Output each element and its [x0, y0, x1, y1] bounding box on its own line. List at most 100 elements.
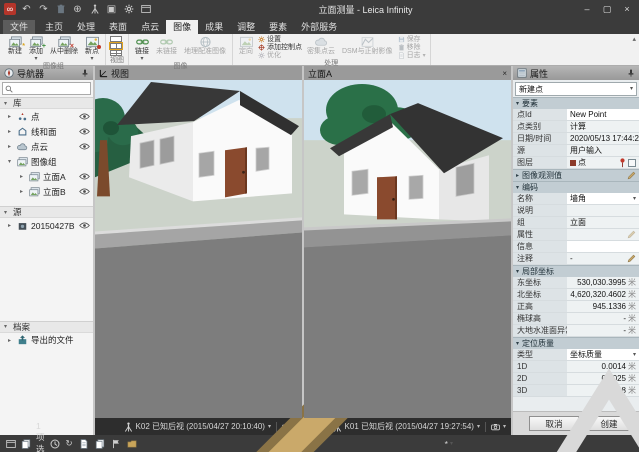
- section-header-coding[interactable]: ▾ 编码: [513, 181, 639, 193]
- georeference-button[interactable]: 地理配准图像: [182, 35, 228, 56]
- window-icon[interactable]: [139, 3, 152, 16]
- target-icon[interactable]: ⊕: [71, 3, 84, 16]
- eye-icon[interactable]: [79, 143, 90, 150]
- layout-single-icon[interactable]: [110, 36, 122, 42]
- sidebar-item-points[interactable]: ▸ 点: [0, 109, 93, 124]
- tab-features[interactable]: 要素: [262, 20, 294, 34]
- settings-quick-icon[interactable]: [122, 3, 135, 16]
- layer-value[interactable]: 点: [567, 157, 639, 168]
- view-pane-header[interactable]: 立面A ×: [304, 66, 511, 80]
- window-title: 立面测量 - Leica Infinity: [156, 3, 575, 16]
- eye-icon[interactable]: [79, 173, 90, 180]
- pencil-icon[interactable]: [627, 171, 636, 180]
- undo-icon[interactable]: ↶: [20, 3, 33, 16]
- sidebar-item-facade-b[interactable]: ▸ 立面B: [0, 184, 93, 199]
- expand-icon[interactable]: ▸: [8, 143, 14, 150]
- sidebar-item-pointclouds[interactable]: ▸ 点云: [0, 139, 93, 154]
- link-button[interactable]: 链接 ▾: [133, 35, 151, 62]
- close-button[interactable]: ×: [619, 3, 635, 16]
- layout-icon[interactable]: [6, 439, 16, 449]
- section-header-local-coordinates[interactable]: ▾ 局部坐标: [513, 265, 639, 277]
- tab-imaging[interactable]: 图像: [166, 20, 198, 34]
- log-button[interactable]: 日志 ▾: [398, 52, 426, 59]
- remove-button[interactable]: 移除: [398, 44, 426, 51]
- section-header-library[interactable]: ▾ 库: [0, 97, 93, 109]
- sidebar-item-facade-a[interactable]: ▸ 立面A: [0, 169, 93, 184]
- archive-icon[interactable]: ▣: [105, 3, 118, 16]
- point-id-input[interactable]: New Point: [567, 109, 639, 120]
- section-header-archive[interactable]: ▾ 档案: [0, 321, 93, 333]
- maximize-button[interactable]: ▢: [599, 3, 615, 16]
- expand-icon[interactable]: ▸: [8, 113, 14, 120]
- section-header-quality[interactable]: ▾ 定位质量: [513, 337, 639, 349]
- document-icon[interactable]: [21, 439, 31, 449]
- layout-two-pane-icon[interactable]: [110, 43, 122, 49]
- minimize-button[interactable]: –: [579, 3, 595, 16]
- add-images-button[interactable]: + 添加 ▾: [27, 35, 45, 62]
- save-button[interactable]: 保存: [398, 36, 426, 43]
- pin-panel-icon[interactable]: [627, 69, 635, 77]
- new-point-button[interactable]: 新点 ▾: [83, 35, 101, 62]
- 3d-viewport-right[interactable]: [304, 80, 511, 418]
- tab-deliverables[interactable]: 成果: [198, 20, 230, 34]
- layer-box-icon[interactable]: [628, 159, 636, 167]
- redo-icon[interactable]: ↷: [37, 3, 50, 16]
- tab-processing[interactable]: 处理: [70, 20, 102, 34]
- expand-icon[interactable]: ▸: [8, 128, 14, 135]
- add-control-point-button[interactable]: 添加控制点: [258, 44, 302, 51]
- dense-cloud-button[interactable]: 密集点云: [305, 35, 337, 56]
- expand-icon[interactable]: ▸: [8, 222, 14, 229]
- sidebar-item-lines[interactable]: ▸ 线和面: [0, 124, 93, 139]
- expand-icon[interactable]: ▸: [20, 188, 26, 195]
- collapse-icon[interactable]: ▾: [8, 158, 14, 165]
- property-type-select[interactable]: 新建点 ▾: [515, 82, 637, 96]
- layout-four-pane-icon[interactable]: [110, 50, 122, 56]
- tab-surfaces[interactable]: 表面: [102, 20, 134, 34]
- sidebar-item-source-job[interactable]: ▸ 20150427B: [0, 218, 93, 233]
- pages-icon[interactable]: [95, 439, 105, 449]
- tab-pointclouds[interactable]: 点云: [134, 20, 166, 34]
- code-name-select[interactable]: 墙角 ▾: [567, 193, 639, 204]
- sidebar-item-image-groups[interactable]: ▾ 图像组: [0, 154, 93, 169]
- 3d-viewport-left[interactable]: [95, 80, 302, 418]
- refresh-icon[interactable]: ↻: [66, 438, 73, 449]
- eye-icon[interactable]: [79, 113, 90, 120]
- tab-home[interactable]: 主页: [38, 20, 70, 34]
- folder-icon[interactable]: [127, 439, 137, 449]
- remove-images-button[interactable]: × 从中删除: [48, 35, 80, 56]
- eye-icon[interactable]: [79, 128, 90, 135]
- view-pane-left: 视图: [95, 66, 302, 435]
- app-logo-icon[interactable]: ∞: [4, 3, 16, 15]
- quality-type-select[interactable]: 坐标质量 ▾: [567, 349, 639, 360]
- flag-icon[interactable]: [111, 439, 121, 449]
- navigator-search-input[interactable]: [15, 84, 88, 93]
- section-header-image-observations[interactable]: ▸ 图像观测值: [513, 169, 639, 181]
- tab-services[interactable]: 外部服务: [294, 20, 344, 34]
- pencil-icon[interactable]: [627, 254, 636, 263]
- dsm-ortho-button[interactable]: DSM与正射影像: [340, 35, 395, 56]
- collapse-ribbon-icon[interactable]: ▴: [632, 35, 636, 43]
- station-icon[interactable]: [88, 3, 101, 16]
- optimize-button[interactable]: 优化: [258, 52, 302, 59]
- tab-file[interactable]: 文件: [3, 20, 35, 34]
- pin-red-icon[interactable]: [619, 158, 626, 168]
- expand-icon[interactable]: ▸: [20, 173, 26, 180]
- orient-button[interactable]: 定向: [237, 35, 255, 56]
- section-header-essentials[interactable]: ▾ 要素: [513, 97, 639, 109]
- clock-icon[interactable]: [50, 439, 60, 449]
- tab-adjustments[interactable]: 调整: [230, 20, 262, 34]
- house-window: [256, 147, 269, 171]
- unlink-button[interactable]: 未链接: [154, 35, 179, 56]
- delete-icon[interactable]: [54, 3, 67, 16]
- eye-icon[interactable]: [79, 188, 90, 195]
- section-header-sources[interactable]: ▾ 源: [0, 206, 93, 218]
- list-icon[interactable]: [79, 439, 89, 449]
- eye-icon[interactable]: [79, 222, 90, 229]
- new-image-group-button[interactable]: * 新建: [6, 35, 24, 56]
- pencil-icon[interactable]: [627, 230, 636, 239]
- info-input[interactable]: [567, 241, 639, 252]
- settings-button[interactable]: 设置: [258, 36, 302, 43]
- expand-icon[interactable]: ▸: [8, 337, 14, 344]
- sidebar-item-exported-files[interactable]: ▸ 导出的文件: [0, 333, 93, 348]
- close-view-icon[interactable]: ×: [502, 69, 507, 78]
